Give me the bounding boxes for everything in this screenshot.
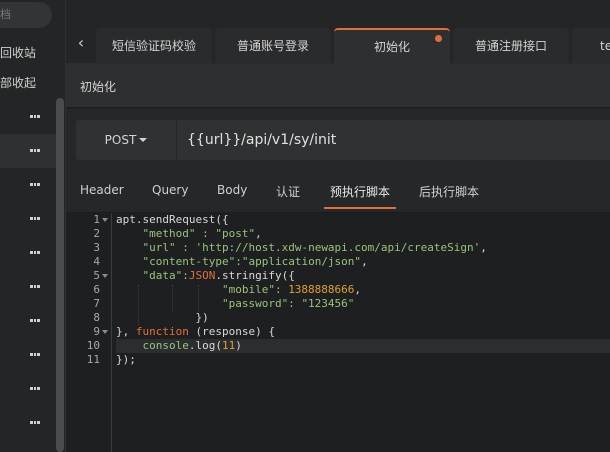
fold-arrow-icon[interactable] [102,330,108,334]
more-icon[interactable] [30,115,41,118]
more-icon[interactable] [30,421,41,424]
tab-te[interactable]: te [572,28,610,64]
sidebar-collapse-all[interactable]: 部收起 [0,70,56,96]
method-select[interactable]: POST [76,120,176,160]
tab-init-label: 初始化 [373,40,410,54]
more-icon[interactable] [30,353,41,356]
line-number: 1 [93,213,100,226]
sidebar-item[interactable] [0,100,56,134]
more-icon[interactable] [30,285,41,288]
tab-register[interactable]: 普通注册接口 [453,28,569,64]
tab-bar: ‹ 短信验证码校验 普通账号登录 初始化 普通注册接口 te [66,0,610,64]
more-icon[interactable] [30,149,41,152]
sidebar-item[interactable] [0,406,56,440]
fold-arrow-icon[interactable] [102,274,108,278]
code-line: "password": "123456" [116,297,355,310]
line-number: 4 [93,255,100,268]
unsaved-dot-icon [435,35,442,42]
code-line: "url" : 'http://host.xdw-newapi.com/api/… [116,241,487,254]
more-icon[interactable] [30,183,41,186]
tab-body[interactable]: Body [217,183,247,197]
tab-sms-verify[interactable]: 短信验证码校验 [96,28,212,64]
tab-pre-script[interactable]: 预执行脚本 [330,183,390,200]
sidebar-item[interactable] [0,168,56,202]
line-number: 7 [93,297,100,310]
request-url-bar: POST {{url}}/api/v1/sy/init [66,109,610,169]
sidebar-recycle-bin[interactable]: 回收站 [0,40,56,66]
line-number: 5 [93,269,100,282]
code-line: "method" : "post", [116,227,262,240]
more-icon[interactable] [30,251,41,254]
sidebar-item[interactable] [0,270,56,304]
more-icon[interactable] [30,387,41,390]
tab-query[interactable]: Query [152,183,188,197]
line-number: 11 [86,353,100,366]
line-number: 6 [93,283,100,296]
tab-auth[interactable]: 认证 [276,183,300,200]
tab-account-login[interactable]: 普通账号登录 [215,28,331,64]
sidebar: 档 回收站 部收起 [0,0,66,452]
code-line: }, function (response) { [116,325,275,338]
code-line: }) [116,311,209,324]
request-title-bar: 初始化 [66,64,610,108]
page-title: 初始化 [80,80,117,94]
more-icon[interactable] [30,319,41,322]
active-tab-indicator [324,207,396,209]
request-section-tabs: Header Query Body 认证 预执行脚本 后执行脚本 [66,169,610,213]
code-line: }); [116,353,136,366]
sidebar-item[interactable] [0,338,56,372]
script-editor[interactable]: 1 2 3 4 5 6 7 8 9 10 11 apt.sendRequest(… [66,213,610,452]
sidebar-item[interactable] [0,372,56,406]
sidebar-item[interactable] [0,202,56,236]
more-icon[interactable] [30,217,41,220]
sidebar-item[interactable] [0,304,56,338]
code-line: "mobile": 1388888666, [116,283,362,296]
line-number-gutter: 1 2 3 4 5 6 7 8 9 10 11 [66,213,112,452]
sidebar-item[interactable] [0,236,56,270]
line-number: 3 [93,241,100,254]
sidebar-search-input[interactable]: 档 [0,2,52,28]
sidebar-item-active[interactable] [0,134,56,168]
sidebar-scrollbar[interactable] [56,98,64,452]
line-number: 10 [86,339,100,352]
code-line: console.log(11) [142,339,242,352]
method-label: POST [104,133,137,147]
tab-header[interactable]: Header [80,183,124,197]
caret-down-icon [139,137,148,142]
tab-init[interactable]: 初始化 [334,28,450,64]
line-number: 2 [93,227,100,240]
url-input[interactable]: {{url}}/api/v1/sy/init [177,120,610,160]
chevron-left-icon[interactable]: ‹ [74,32,88,54]
code-line: "data":JSON.stringify({ [116,269,295,282]
code-line: "content-type":"application/json", [116,255,368,268]
tab-post-script[interactable]: 后执行脚本 [419,183,479,200]
fold-arrow-icon[interactable] [102,218,108,222]
line-number: 9 [93,325,100,338]
line-number: 8 [93,311,100,324]
code-line: apt.sendRequest({ [116,213,229,226]
